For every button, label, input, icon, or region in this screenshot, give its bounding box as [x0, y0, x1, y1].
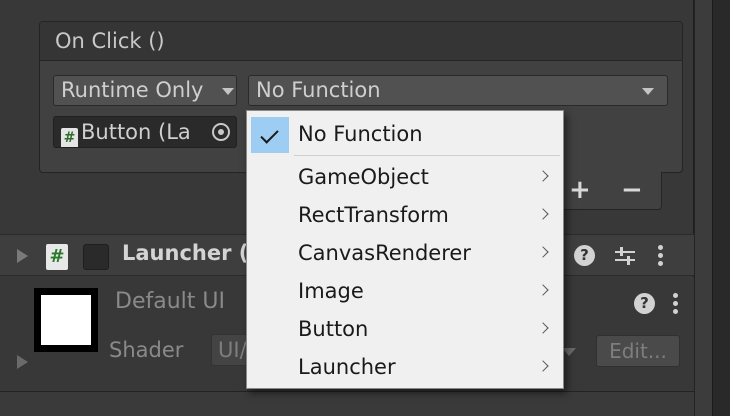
presets-icon[interactable]	[615, 246, 635, 266]
menu-item-image[interactable]: Image	[247, 272, 563, 310]
material-name: Default UI	[115, 289, 225, 314]
menu-item-label: Image	[298, 279, 364, 303]
help-icon[interactable]: ?	[634, 293, 655, 314]
chevron-right-icon	[537, 322, 549, 334]
more-options-icon[interactable]	[673, 293, 678, 317]
script-icon: #	[46, 244, 68, 270]
chevron-down-icon	[222, 88, 234, 95]
runtime-mode-dropdown[interactable]: Runtime Only	[53, 75, 237, 106]
component-title: Launcher (	[122, 241, 249, 265]
shader-label: Shader	[109, 338, 184, 362]
shader-dropdown[interactable]: UI/	[211, 334, 251, 366]
script-icon: #	[61, 128, 78, 147]
chevron-right-icon	[537, 170, 549, 182]
runtime-mode-value: Runtime Only	[61, 78, 204, 102]
help-icon[interactable]: ?	[574, 245, 595, 266]
function-popup-menu: No Function GameObject RectTransform Can…	[246, 110, 564, 389]
event-title: On Click ()	[40, 22, 682, 61]
menu-item-label: No Function	[298, 122, 423, 146]
foldout-arrow-icon[interactable]	[17, 355, 28, 369]
chevron-down-icon	[562, 348, 584, 370]
menu-item-launcher[interactable]: Launcher	[247, 348, 563, 386]
menu-item-canvasrenderer[interactable]: CanvasRenderer	[247, 234, 563, 272]
object-picker-button[interactable]	[206, 117, 236, 147]
menu-item-gameobject[interactable]: GameObject	[247, 158, 563, 196]
menu-item-label: Launcher	[298, 355, 396, 379]
function-value: No Function	[256, 78, 381, 102]
menu-item-recttransform[interactable]: RectTransform	[247, 196, 563, 234]
edit-shader-button[interactable]: Edit...	[596, 335, 680, 367]
chevron-right-icon	[537, 284, 549, 296]
event-footer: + −	[548, 172, 662, 210]
target-object-value: Button (La	[81, 120, 191, 144]
chevron-right-icon	[537, 208, 549, 220]
window-edge	[712, 0, 730, 416]
menu-item-label: RectTransform	[298, 203, 449, 227]
material-preview	[34, 288, 98, 352]
chevron-right-icon	[537, 246, 549, 258]
menu-item-label: Button	[298, 317, 369, 341]
menu-item-no-function[interactable]: No Function	[247, 113, 563, 155]
inspector-bottom	[0, 392, 694, 416]
add-listener-button[interactable]: +	[569, 176, 591, 204]
menu-item-label: CanvasRenderer	[298, 241, 471, 265]
checkmark-icon	[260, 125, 279, 144]
selected-indicator	[251, 117, 289, 153]
target-object-field[interactable]: # Button (La	[53, 116, 237, 148]
foldout-arrow-icon[interactable]	[17, 249, 28, 263]
component-enabled-checkbox[interactable]	[83, 244, 109, 270]
menu-separator	[294, 155, 560, 156]
function-dropdown[interactable]: No Function	[248, 75, 668, 106]
menu-item-label: GameObject	[298, 165, 429, 189]
chevron-down-icon	[642, 88, 654, 95]
chevron-right-icon	[537, 360, 549, 372]
menu-item-button[interactable]: Button	[247, 310, 563, 348]
more-options-icon[interactable]	[658, 245, 663, 269]
scrollbar[interactable]	[694, 0, 712, 416]
remove-listener-button[interactable]: −	[621, 176, 643, 204]
